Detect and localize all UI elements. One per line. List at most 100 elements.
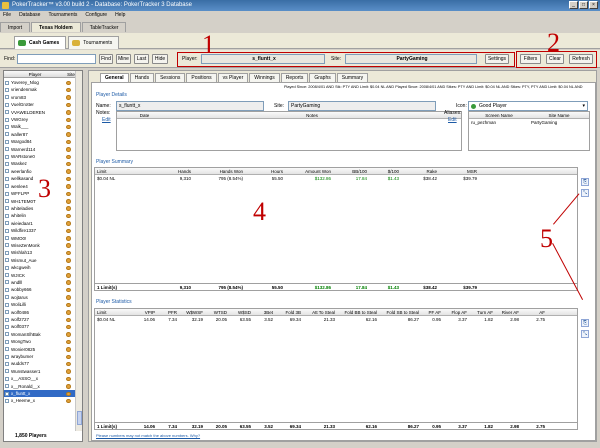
player-checkbox[interactable]	[5, 295, 9, 300]
player-row[interactable]: Yoverey_Nlog	[4, 79, 76, 86]
player-row[interactable]: wraybumer	[4, 353, 76, 360]
column-header[interactable]: Fold 3B	[275, 309, 303, 315]
player-row[interactable]: wndlll	[4, 279, 76, 286]
icon-select[interactable]: Good Player ▾	[468, 101, 588, 111]
column-header[interactable]: $/100	[369, 168, 401, 174]
player-row[interactable]: Wildfire1337	[4, 227, 76, 234]
player-row[interactable]: wolf0377	[4, 323, 76, 330]
tab-import[interactable]: Import	[0, 22, 31, 32]
player-row[interactable]: wudds77	[4, 360, 76, 367]
date-column-header[interactable]: Date	[117, 112, 172, 118]
table-row[interactable]: $0.04 NL 14.06 7.34 32.19 20.05 63.55 3.52 69.3…	[95, 316, 577, 323]
player-checkbox[interactable]	[5, 376, 9, 381]
player-row[interactable]: VWGrey	[4, 116, 76, 123]
column-header[interactable]: AF	[521, 309, 547, 315]
player-row[interactable]: wkcgweih	[4, 264, 76, 271]
mismatch-link[interactable]: Please numbers may not match the above n…	[96, 432, 200, 439]
resize-stats-icon[interactable]: ⤡	[581, 330, 589, 338]
player-checkbox[interactable]	[5, 273, 9, 278]
player-checkbox[interactable]	[5, 310, 9, 315]
column-header[interactable]: Amount Won	[285, 168, 333, 174]
player-checkbox[interactable]	[5, 206, 9, 211]
export-icon[interactable]: ⎘	[581, 178, 589, 186]
notes-edit-link[interactable]: Edit	[102, 117, 111, 124]
report-tab-reports[interactable]: Reports	[280, 73, 309, 82]
player-checkbox[interactable]	[5, 213, 9, 218]
report-tab-winnings[interactable]: Winnings	[249, 73, 280, 82]
notes-column-header[interactable]: Notes	[172, 112, 452, 118]
player-checkbox[interactable]	[5, 339, 9, 344]
player-checkbox[interactable]	[5, 169, 9, 174]
player-checkbox[interactable]	[5, 95, 9, 100]
column-header[interactable]: Limit	[95, 309, 135, 315]
close-button[interactable]: ×	[589, 1, 598, 9]
player-row[interactable]: VuelGrotter	[4, 101, 76, 108]
player-checkbox[interactable]	[5, 132, 9, 137]
player-checkbox[interactable]	[5, 228, 9, 233]
column-header[interactable]: W$SD	[229, 309, 253, 315]
player-checkbox[interactable]	[5, 265, 9, 270]
last-button[interactable]: Last	[134, 54, 149, 64]
player-checkbox[interactable]	[5, 250, 9, 255]
player-checkbox[interactable]	[5, 154, 9, 159]
column-header[interactable]: Limit	[95, 168, 151, 174]
mine-button[interactable]: Mine	[116, 54, 131, 64]
column-header[interactable]: Flop AF	[443, 309, 469, 315]
menu-configure[interactable]: Configure	[85, 11, 107, 20]
resize-icon[interactable]: ⤡	[581, 189, 589, 197]
player-row[interactable]: Walk___	[4, 123, 76, 130]
player-checkbox[interactable]	[5, 87, 9, 92]
player-row[interactable]: Wismut_Aue	[4, 257, 76, 264]
scroll-thumb[interactable]	[77, 411, 82, 425]
column-header[interactable]: BB/100	[333, 168, 369, 174]
player-list-scrollbar[interactable]	[75, 71, 82, 431]
player-row[interactable]: whiteladies	[4, 205, 76, 212]
export-stats-icon[interactable]: ⎘	[581, 319, 589, 327]
player-checkbox[interactable]	[5, 184, 9, 189]
column-header[interactable]: Hours	[245, 168, 285, 174]
minimize-button[interactable]: _	[569, 1, 578, 9]
player-checkbox[interactable]	[5, 124, 9, 129]
find-button[interactable]: Find	[99, 54, 113, 64]
column-header[interactable]: MSR	[439, 168, 479, 174]
player-row[interactable]: Waskez	[4, 160, 76, 167]
player-checkbox[interactable]	[5, 287, 9, 292]
player-row[interactable]: x__Ronald__x	[4, 383, 76, 390]
menu-database[interactable]: Database	[19, 11, 40, 20]
column-header[interactable]: Turn AF	[469, 309, 495, 315]
tab-cash-games[interactable]: Cash Games	[14, 36, 67, 49]
screen-name-header[interactable]: Screen Name	[469, 112, 529, 118]
column-header[interactable]: Att To Steal	[303, 309, 337, 315]
report-tab-graphs[interactable]: Graphs	[309, 73, 336, 82]
menu-file[interactable]: File	[3, 11, 11, 20]
tab-tournaments[interactable]: Tournaments	[68, 36, 120, 49]
player-checkbox[interactable]	[5, 391, 9, 396]
player-row[interactable]: wojtarus	[4, 294, 76, 301]
report-tab-vs-player[interactable]: vs Player	[217, 73, 249, 82]
column-header[interactable]: 3Bet	[253, 309, 275, 315]
player-checkbox[interactable]	[5, 236, 9, 241]
player-row[interactable]: whitelin	[4, 212, 76, 219]
player-row[interactable]: Wargod84	[4, 138, 76, 145]
player-row[interactable]: WomanSlhBak	[4, 331, 76, 338]
player-checkbox[interactable]	[5, 398, 9, 403]
alias-row[interactable]: ru_pezhman PartyGaming	[469, 119, 589, 126]
column-header[interactable]: Hands Won	[193, 168, 245, 174]
player-row[interactable]: WARstone0	[4, 153, 76, 160]
player-checkbox[interactable]	[5, 110, 9, 115]
player-row[interactable]: wolf0486	[4, 309, 76, 316]
player-checkbox[interactable]	[5, 147, 9, 152]
player-row[interactable]: WMO0!	[4, 235, 76, 242]
player-checkbox[interactable]	[5, 361, 9, 366]
player-checkbox[interactable]	[5, 258, 9, 263]
player-checkbox[interactable]	[5, 384, 9, 389]
player-row[interactable]: x_fluntt_x	[4, 390, 76, 398]
column-header[interactable]: Hands	[151, 168, 193, 174]
player-checkbox[interactable]	[5, 347, 9, 352]
player-checkbox[interactable]	[5, 102, 9, 107]
player-row[interactable]: wolf2727	[4, 316, 76, 323]
column-header[interactable]: Fold SB to Steal	[379, 309, 421, 315]
table-row[interactable]: $0.04 NL 9,310 795 (8.54%) 55.50 $132.86 17.8…	[95, 175, 577, 182]
report-tab-summary[interactable]: Summary	[336, 73, 369, 82]
hide-button[interactable]: Hide	[152, 54, 168, 64]
